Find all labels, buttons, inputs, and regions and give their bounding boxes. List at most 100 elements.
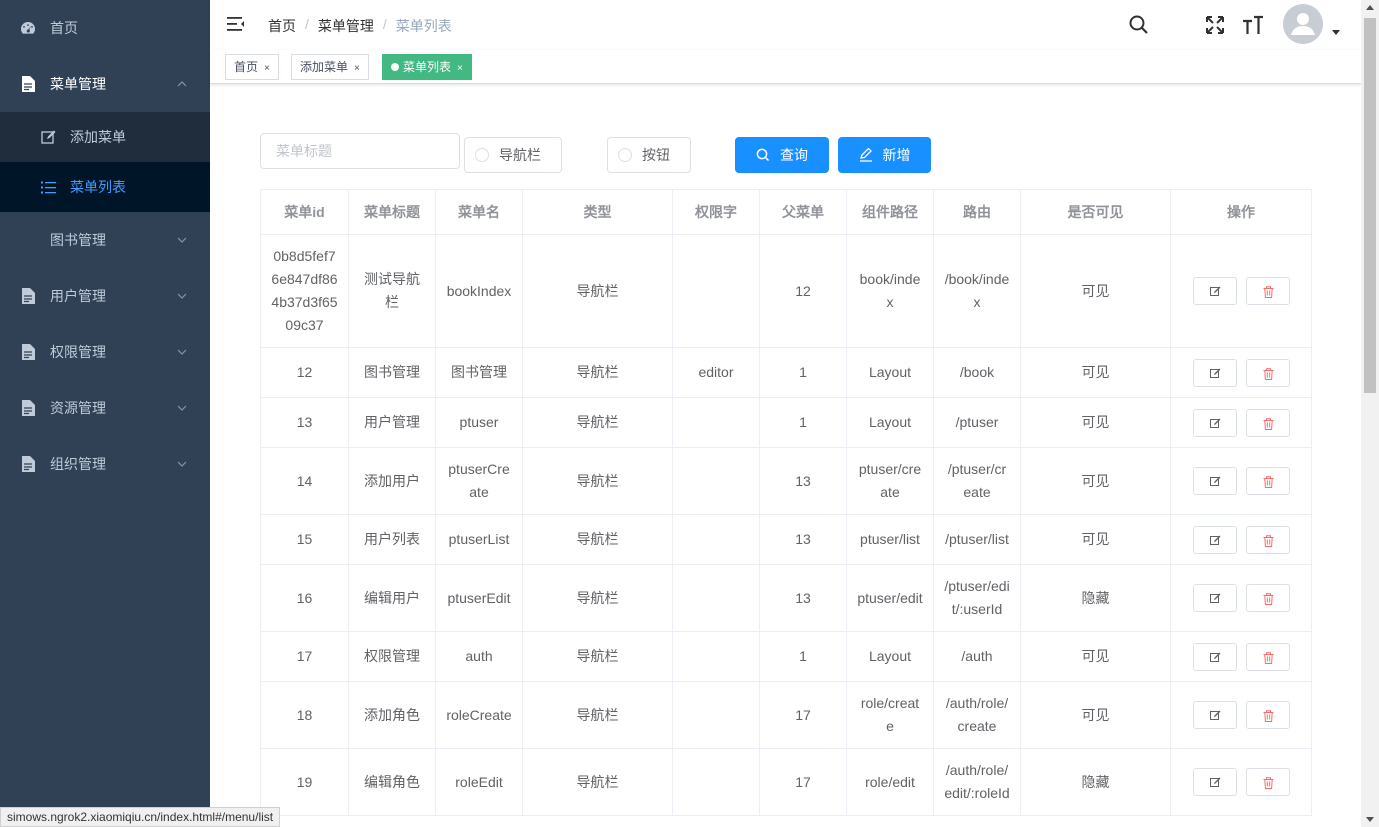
edit-icon	[1209, 535, 1220, 545]
edit-button[interactable]	[1192, 584, 1237, 612]
tag-menu-list[interactable]: 菜单列表 ×	[382, 54, 472, 80]
delete-button[interactable]	[1245, 525, 1290, 554]
radio-button[interactable]: 按钮	[607, 137, 691, 173]
sidebar-item-home[interactable]: 首页	[0, 0, 210, 56]
avatar[interactable]	[1283, 4, 1323, 44]
cell-title: 测试导航栏	[348, 234, 436, 348]
cell-perm	[672, 681, 760, 749]
close-icon[interactable]: ×	[354, 63, 360, 74]
delete-button[interactable]	[1245, 277, 1290, 305]
delete-button[interactable]	[1245, 408, 1290, 437]
table-header-row: 菜单id 菜单标题 菜单名 类型 权限字 父菜单 组件路径 路由 是否可见 操作	[260, 189, 1312, 235]
document-icon	[20, 456, 36, 472]
sidebar-item-add-menu[interactable]: 添加菜单	[0, 112, 210, 162]
cell-name: ptuser	[435, 397, 523, 448]
cell-id: 14	[260, 447, 349, 515]
cell-actions	[1170, 748, 1312, 816]
edit-button[interactable]	[1192, 525, 1237, 554]
edit-icon	[1209, 593, 1220, 603]
sidebar-item-label: 菜单管理	[50, 76, 106, 92]
radio-nav[interactable]: 导航栏	[464, 137, 562, 173]
cell-perm	[672, 564, 760, 632]
menu-title-input[interactable]	[260, 133, 460, 169]
breadcrumb-item-menu-management[interactable]: 菜单管理	[318, 16, 374, 36]
cell-type: 导航栏	[522, 631, 673, 682]
edit-button[interactable]	[1192, 408, 1237, 437]
radio-circle[interactable]	[475, 148, 489, 162]
sidebar-item-org-management[interactable]: 组织管理	[0, 436, 210, 492]
font-size-icon[interactable]	[1242, 14, 1264, 36]
sidebar-item-label: 菜单列表	[70, 179, 126, 195]
scroll-down-icon[interactable]	[1366, 817, 1374, 822]
delete-button[interactable]	[1245, 358, 1290, 387]
sidebar-item-book-management[interactable]: 图书管理	[0, 212, 210, 268]
sidebar-item-menu-management[interactable]: 菜单管理	[0, 56, 210, 112]
edit-button[interactable]	[1192, 277, 1237, 305]
close-icon[interactable]: ×	[457, 63, 463, 74]
page-scrollbar[interactable]	[1361, 0, 1379, 827]
cell-title: 编辑角色	[348, 748, 436, 816]
scrollbar-thumb[interactable]	[1364, 18, 1376, 393]
tags-view: 首页 × 添加菜单 × 菜单列表 ×	[210, 50, 1361, 84]
delete-button[interactable]	[1245, 768, 1290, 796]
scroll-up-icon[interactable]	[1366, 5, 1374, 10]
delete-button[interactable]	[1245, 584, 1290, 612]
edit-button[interactable]	[1192, 768, 1237, 796]
edit-button[interactable]	[1192, 642, 1237, 671]
edit-icon	[1209, 368, 1220, 378]
tag-home[interactable]: 首页 ×	[225, 54, 279, 80]
query-button[interactable]: 查询	[735, 137, 829, 173]
cell-component: role/edit	[846, 748, 934, 816]
trash-icon	[1263, 476, 1273, 488]
cell-route: /ptuser/create	[933, 447, 1021, 515]
cell-name: 图书管理	[435, 347, 523, 398]
search-icon[interactable]	[1128, 14, 1150, 36]
cell-parent: 17	[759, 681, 847, 749]
sidebar-item-resource-management[interactable]: 资源管理	[0, 380, 210, 436]
edit-button[interactable]	[1192, 467, 1237, 495]
user-avatar-icon	[1283, 4, 1323, 44]
breadcrumb-item-current: 菜单列表	[395, 18, 452, 34]
cell-visible: 隐藏	[1020, 564, 1171, 632]
fullscreen-icon[interactable]	[1204, 14, 1226, 36]
cell-name: roleEdit	[435, 748, 523, 816]
cell-actions	[1170, 681, 1312, 749]
chevron-down-icon	[177, 349, 187, 355]
cell-visible: 隐藏	[1020, 748, 1171, 816]
cell-component: book/index	[846, 234, 934, 348]
cell-actions	[1170, 564, 1312, 632]
sidebar: 首页 菜单管理 添加菜单 菜单列表 图书管理 用户管理 权限管理 资源管理 组织…	[0, 0, 210, 827]
delete-button[interactable]	[1245, 701, 1290, 729]
cell-actions	[1170, 447, 1312, 515]
cell-title: 用户管理	[348, 397, 436, 448]
cell-route: /ptuser/edit/:userId	[933, 564, 1021, 632]
edit-icon	[1209, 777, 1220, 787]
sidebar-item-auth-management[interactable]: 权限管理	[0, 324, 210, 380]
sidebar-item-label: 图书管理	[50, 232, 106, 248]
add-button[interactable]: 新增	[838, 137, 931, 173]
breadcrumb-item-home[interactable]: 首页	[268, 16, 296, 36]
edit-button[interactable]	[1192, 701, 1237, 729]
edit-button[interactable]	[1192, 358, 1237, 387]
cell-actions	[1170, 631, 1312, 682]
sidebar-item-menu-list[interactable]: 菜单列表	[0, 162, 210, 212]
cell-component: role/create	[846, 681, 934, 749]
close-icon[interactable]: ×	[264, 63, 270, 74]
tag-add-menu[interactable]: 添加菜单 ×	[291, 54, 369, 80]
breadcrumb: 首页 / 菜单管理 / 菜单列表	[268, 16, 452, 36]
sidebar-item-label: 权限管理	[50, 344, 106, 360]
cell-visible: 可见	[1020, 447, 1171, 515]
hamburger-icon[interactable]	[226, 14, 246, 34]
sidebar-item-user-management[interactable]: 用户管理	[0, 268, 210, 324]
cell-type: 导航栏	[522, 397, 673, 448]
cell-route: /auth	[933, 631, 1021, 682]
cell-perm	[672, 631, 760, 682]
radio-circle[interactable]	[618, 148, 632, 162]
cell-id: 18	[260, 681, 349, 749]
edit-icon	[1209, 476, 1220, 486]
caret-down-icon[interactable]	[1332, 30, 1340, 35]
delete-button[interactable]	[1245, 642, 1290, 671]
search-icon	[756, 148, 770, 162]
sidebar-item-label: 首页	[50, 20, 78, 36]
delete-button[interactable]	[1245, 467, 1290, 495]
